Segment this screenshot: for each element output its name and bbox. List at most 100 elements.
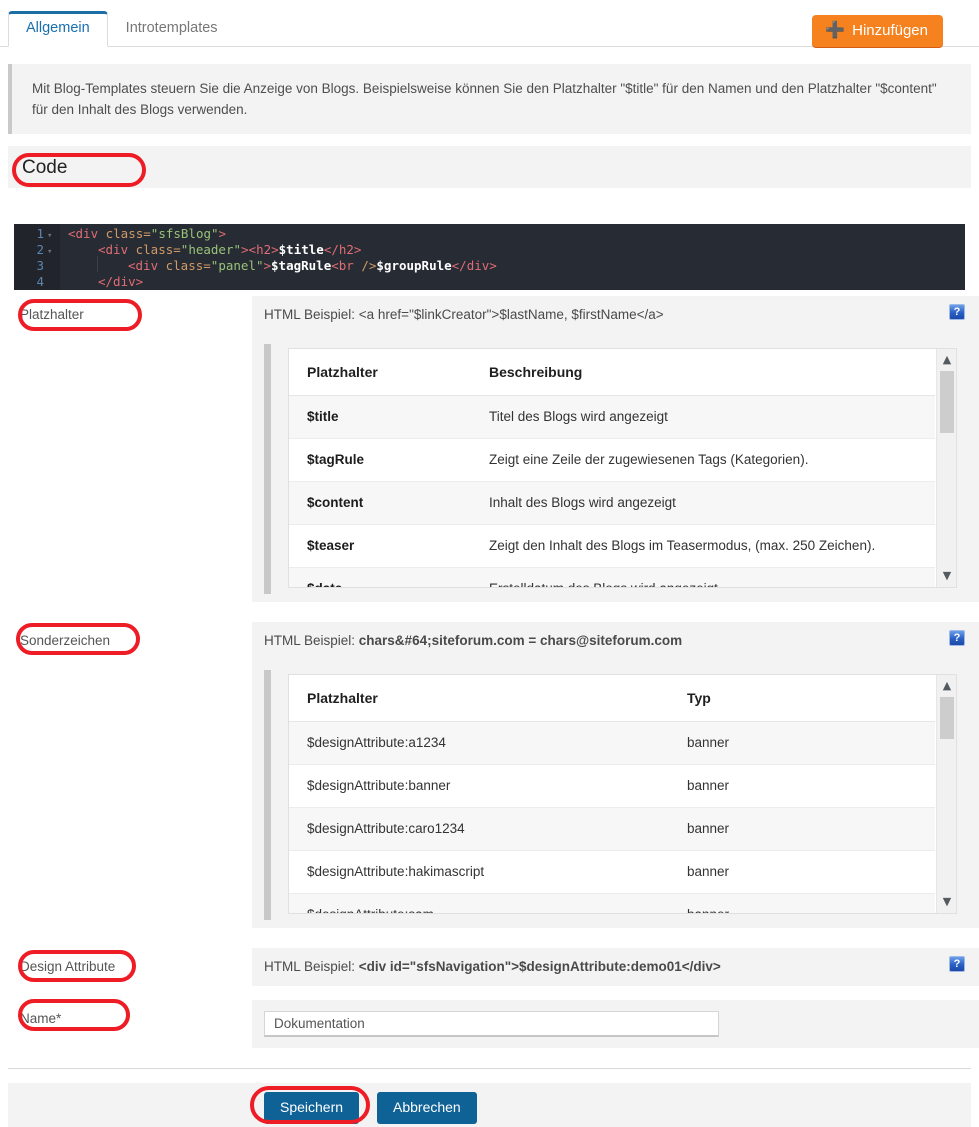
name-field-col: [252, 1000, 979, 1048]
table-row[interactable]: $designAttribute:a1234 banner: [289, 721, 935, 765]
chevron-down-icon[interactable]: ▼: [937, 893, 956, 911]
code-token: class=: [158, 258, 211, 273]
code-token: ><h2>: [241, 242, 279, 257]
name-label-col: Name*: [0, 1000, 252, 1048]
cell-value: Zeigt eine Zeile der zugewiesenen Tags (…: [471, 438, 935, 482]
placeholder-example-code: <a href="$linkCreator">$lastName, $first…: [358, 307, 664, 322]
help-icon[interactable]: ?: [949, 956, 965, 972]
code-token: $title: [278, 242, 324, 257]
cell-value: Inhalt des Blogs wird angezeigt: [471, 481, 935, 525]
code-token: "header": [180, 242, 242, 257]
design-attribute-example-bar: HTML Beispiel: <div id="sfsNavigation">$…: [252, 948, 979, 986]
column-header-beschreibung: Beschreibung: [471, 349, 935, 396]
line-number: 3: [36, 258, 44, 273]
cell-key: $title: [289, 395, 471, 439]
table-row[interactable]: $designAttribute:sam banner: [289, 893, 935, 913]
code-line-1: <div class="sfsBlog">: [68, 226, 226, 242]
code-line-4: </div>: [98, 274, 143, 290]
code-token: <div: [68, 226, 99, 241]
design-attribute-section: Design Attribute HTML Beispiel: <div id=…: [0, 948, 979, 986]
special-chars-field-col: HTML Beispiel: chars&#64;siteforum.com =…: [252, 622, 979, 928]
code-token: />: [353, 258, 377, 273]
column-header-platzhalter: Platzhalter: [289, 349, 471, 396]
placeholder-table-scrollbar[interactable]: ▲ ▼: [936, 349, 956, 587]
help-icon[interactable]: ?: [949, 630, 965, 646]
code-token: </h2>: [323, 242, 362, 257]
placeholder-example-prefix: HTML Beispiel:: [264, 307, 359, 322]
cell-value: banner: [669, 893, 935, 913]
code-section-heading: Code: [22, 157, 68, 178]
tab-list: Allgemein Introtemplates: [8, 11, 236, 47]
table-row[interactable]: $teaser Zeigt den Inhalt des Blogs im Te…: [289, 524, 935, 568]
table-row[interactable]: $date Erstelldatum des Blogs wird angeze…: [289, 567, 935, 587]
cell-key: $tagRule: [289, 438, 471, 482]
code-section-band: [8, 146, 971, 188]
special-chars-table-wrap: Platzhalter Typ $designAttribute:a1234 b…: [252, 660, 979, 928]
tab-introtemplates[interactable]: Introtemplates: [108, 11, 236, 46]
special-chars-table-scrollbar[interactable]: ▲ ▼: [936, 675, 956, 913]
code-token: </div>: [451, 258, 497, 273]
code-editor[interactable]: 1 2 3 4 ▾ ▾ <div class="sfsBlog"> <div c…: [14, 224, 965, 290]
cancel-button[interactable]: Abbrechen: [377, 1092, 477, 1124]
special-chars-example-prefix: HTML Beispiel:: [264, 633, 359, 648]
cell-value: banner: [669, 807, 935, 851]
placeholder-field-col: HTML Beispiel: <a href="$linkCreator">$l…: [252, 296, 979, 602]
design-attribute-example-code: <div id="sfsNavigation">$designAttribute…: [358, 959, 721, 974]
code-token: <div: [98, 242, 129, 257]
table-row[interactable]: $designAttribute:hakimascript banner: [289, 850, 935, 894]
cell-value: banner: [669, 764, 935, 808]
footer-divider: [8, 1068, 971, 1069]
save-button[interactable]: Speichern: [264, 1092, 360, 1124]
design-attribute-label-col: Design Attribute: [0, 948, 252, 986]
cell-key: $content: [289, 481, 471, 525]
table-row[interactable]: $content Inhalt des Blogs wird angezeigt: [289, 481, 935, 525]
code-token: $tagRule: [271, 258, 332, 273]
special-chars-section: Sonderzeichen HTML Beispiel: chars&#64;s…: [0, 622, 979, 928]
cell-key: $designAttribute:sam: [289, 893, 669, 913]
fold-toggle-icon[interactable]: ▾: [47, 228, 52, 244]
scrollbar-thumb[interactable]: [940, 371, 954, 433]
code-line-2: <div class="header"><h2>$title</h2>: [98, 242, 361, 258]
code-token: >: [263, 258, 272, 273]
design-attribute-field-col: HTML Beispiel: <div id="sfsNavigation">$…: [252, 948, 979, 986]
special-chars-table-scroll[interactable]: Platzhalter Typ $designAttribute:a1234 b…: [288, 674, 957, 914]
code-token: class=: [128, 242, 181, 257]
code-token: "sfsBlog": [150, 226, 219, 241]
cell-key: $teaser: [289, 524, 471, 568]
table-row[interactable]: $tagRule Zeigt eine Zeile der zugewiesen…: [289, 438, 935, 482]
line-number: 2: [36, 242, 44, 257]
special-chars-table: Platzhalter Typ $designAttribute:a1234 b…: [289, 675, 935, 913]
tab-allgemein[interactable]: Allgemein: [8, 11, 108, 47]
design-attribute-example-prefix: HTML Beispiel:: [264, 959, 359, 974]
scrollbar-thumb[interactable]: [940, 697, 954, 739]
help-icon[interactable]: ?: [949, 304, 965, 320]
special-chars-example-bar: HTML Beispiel: chars&#64;siteforum.com =…: [252, 622, 979, 660]
code-token: "panel": [210, 258, 264, 273]
name-input-band: [252, 1000, 979, 1048]
cell-value: Zeigt den Inhalt des Blogs im Teasermodu…: [471, 524, 935, 568]
info-hint-text: Mit Blog-Templates steuern Sie die Anzei…: [32, 81, 937, 117]
special-chars-label: Sonderzeichen: [20, 633, 111, 648]
code-line-3: <div class="panel">$tagRule<br />$groupR…: [128, 258, 497, 274]
chevron-down-icon[interactable]: ▼: [937, 567, 956, 585]
placeholder-table-scroll[interactable]: Platzhalter Beschreibung $title Titel de…: [288, 348, 957, 588]
add-button[interactable]: ➕ Hinzufügen: [812, 15, 943, 47]
code-token: <div: [128, 258, 159, 273]
cell-value: banner: [669, 850, 935, 894]
cell-key: $designAttribute:a1234: [289, 721, 669, 765]
table-row[interactable]: $designAttribute:banner banner: [289, 764, 935, 808]
chevron-up-icon[interactable]: ▲: [937, 351, 956, 369]
cell-value: Erstelldatum des Blogs wird angezeigt: [471, 567, 935, 587]
fold-toggle-icon[interactable]: ▾: [47, 244, 52, 260]
special-chars-label-col: Sonderzeichen: [0, 622, 252, 928]
cell-value: Titel des Blogs wird angezeigt: [471, 395, 935, 439]
table-row[interactable]: $title Titel des Blogs wird angezeigt: [289, 395, 935, 439]
name-input[interactable]: [264, 1011, 719, 1037]
code-token: $groupRule: [376, 258, 452, 273]
add-button-label: Hinzufügen: [852, 22, 928, 39]
table-row[interactable]: $designAttribute:caro1234 banner: [289, 807, 935, 851]
chevron-up-icon[interactable]: ▲: [937, 677, 956, 695]
special-chars-example-code: chars&#64;siteforum.com = chars@siteforu…: [358, 633, 683, 648]
placeholder-label-col: Platzhalter: [0, 296, 252, 602]
cell-key: $designAttribute:hakimascript: [289, 850, 669, 894]
